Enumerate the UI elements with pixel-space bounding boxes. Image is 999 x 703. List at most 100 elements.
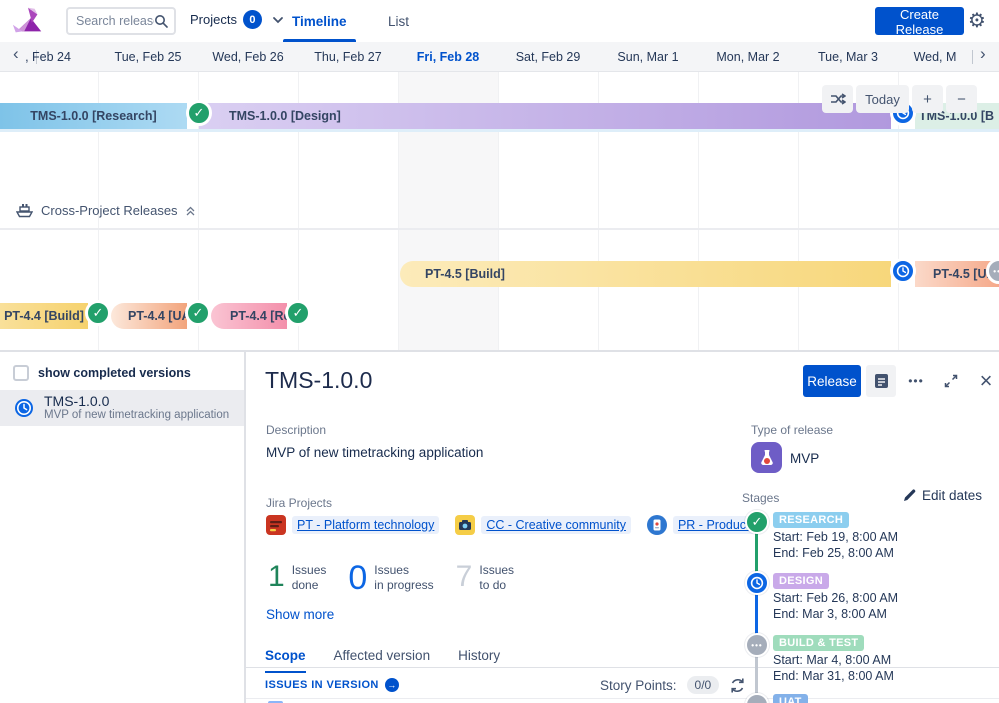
stage-connector-future bbox=[755, 655, 758, 693]
issues-in-version-label: ISSUES IN VERSION bbox=[265, 679, 379, 691]
stage-start-date: Start: Feb 26, 8:00 AM bbox=[773, 591, 899, 605]
arrow-right-circle-icon: → bbox=[384, 678, 399, 692]
tab-timeline-label: Timeline bbox=[292, 13, 347, 29]
project-link-cc[interactable]: CC - Creative community bbox=[455, 515, 631, 535]
stat-issues-done: 1 Issues done bbox=[268, 562, 326, 594]
stage-done-check-icon: ✓ bbox=[186, 100, 212, 126]
release-bar-pt44-uat[interactable]: PT-4.4 [UA bbox=[111, 303, 187, 329]
stage-badge-uat: UAT bbox=[773, 694, 808, 703]
release-bar-pt44-release[interactable]: PT-4.4 [Re bbox=[211, 303, 287, 329]
expand-panel-button[interactable] bbox=[936, 365, 966, 397]
search-input[interactable] bbox=[76, 14, 154, 28]
stage-badge-design: DESIGN bbox=[773, 573, 829, 589]
type-of-release-label: Type of release bbox=[751, 423, 834, 437]
show-completed-row: show completed versions bbox=[13, 365, 191, 381]
bar-label: PT-4.4 [Re bbox=[230, 309, 287, 323]
release-bar-tms-research[interactable]: TMS-1.0.0 [Research] bbox=[0, 103, 187, 129]
detail-tabs: Scope Affected version History bbox=[265, 648, 500, 673]
stat-label: Issues bbox=[291, 563, 327, 577]
project-avatar-cc bbox=[455, 515, 476, 535]
stage-badge-build-test: BUILD & TEST bbox=[773, 635, 865, 651]
zoom-out-button[interactable]: − bbox=[946, 85, 977, 113]
today-button[interactable]: Today bbox=[856, 85, 909, 113]
stat-label: in progress bbox=[374, 578, 434, 592]
stage-done-check-icon: ✓ bbox=[285, 300, 311, 326]
scroll-right-chevron-icon[interactable]: › bbox=[980, 44, 986, 64]
stage-done-check-icon: ✓ bbox=[745, 510, 769, 534]
refresh-icon[interactable] bbox=[729, 677, 746, 694]
projects-filter-dropdown[interactable]: Projects 0 bbox=[190, 10, 284, 29]
stat-label: Issues bbox=[374, 563, 409, 577]
project-link-pr[interactable]: PR - Product bbox=[646, 515, 755, 535]
projects-label: Projects bbox=[190, 12, 237, 27]
version-list-item-selected[interactable]: TMS-1.0.0 MVP of new timetracking applic… bbox=[0, 390, 244, 426]
stage-badge-research: RESEARCH bbox=[773, 512, 850, 528]
date-header-row: ‹ , Feb 24 Tue, Feb 25 Wed, Feb 26 Thu, … bbox=[0, 42, 999, 72]
description-value: MVP of new timetracking application bbox=[266, 445, 484, 460]
date-cell: Tue, Feb 25 bbox=[114, 50, 182, 64]
more-options-button[interactable]: ••• bbox=[901, 365, 931, 397]
stat-label: done bbox=[291, 578, 319, 592]
date-cell: Wed, Feb 26 bbox=[212, 50, 284, 64]
stage-end-date: End: Mar 31, 8:00 AM bbox=[773, 669, 894, 683]
chevron-down-icon bbox=[273, 16, 283, 23]
bar-label: TMS-1.0.0 [Design] bbox=[229, 109, 341, 123]
create-release-button[interactable]: Create Release bbox=[875, 7, 964, 37]
issues-in-version-link[interactable]: ISSUES IN VERSION → bbox=[265, 678, 399, 692]
stage-future-dots-icon: ••• bbox=[745, 633, 769, 657]
stage-start-date: Start: Feb 19, 8:00 AM bbox=[773, 530, 899, 544]
settings-gear-icon[interactable]: ⚙ bbox=[968, 8, 986, 34]
date-cell: Mon, Mar 2 bbox=[716, 50, 780, 64]
tab-timeline[interactable]: Timeline bbox=[283, 0, 356, 42]
project-link-label: PT - Platform technology bbox=[292, 516, 440, 534]
timeline-zoom-controls: Today + − bbox=[822, 85, 977, 113]
section-divider bbox=[0, 228, 999, 230]
release-detail-panel: show completed versions TMS-1.0.0 MVP of… bbox=[0, 350, 999, 703]
show-completed-checkbox[interactable] bbox=[13, 365, 29, 381]
close-panel-button[interactable]: × bbox=[971, 365, 999, 397]
date-cell: Sat, Feb 29 bbox=[515, 50, 581, 64]
date-cell: , Feb 24 bbox=[25, 50, 71, 64]
cross-project-releases-toggle[interactable]: Cross-Project Releases bbox=[16, 203, 195, 218]
tab-scope[interactable]: Scope bbox=[265, 648, 306, 673]
stages-label: Stages bbox=[742, 491, 780, 505]
projects-count-badge: 0 bbox=[242, 10, 262, 29]
release-type-value: MVP bbox=[790, 451, 820, 466]
date-cell: Tue, Mar 3 bbox=[818, 50, 878, 64]
release-button[interactable]: Release bbox=[803, 365, 861, 397]
jira-projects-label: Jira Projects bbox=[266, 496, 333, 510]
stat-label: Issues bbox=[479, 563, 515, 577]
date-cell: Sun, Mar 1 bbox=[617, 50, 679, 64]
version-item-subtitle: MVP of new timetracking application bbox=[44, 409, 230, 421]
release-title: TMS-1.0.0 bbox=[265, 367, 373, 393]
document-icon bbox=[874, 374, 888, 388]
release-bar-pt45-build[interactable]: PT-4.5 [Build] bbox=[400, 261, 891, 287]
stage-end-date: End: Feb 25, 8:00 AM bbox=[773, 546, 894, 560]
release-bar-tms-design[interactable]: TMS-1.0.0 [Design] bbox=[199, 103, 891, 129]
zoom-in-button[interactable]: + bbox=[912, 85, 943, 113]
tab-affected-version[interactable]: Affected version bbox=[334, 648, 431, 673]
stat-issues-to-do: 7 Issues to do bbox=[456, 562, 514, 594]
stage-in-progress-clock-icon bbox=[745, 571, 769, 595]
edit-dates-label: Edit dates bbox=[922, 488, 983, 503]
tab-history[interactable]: History bbox=[458, 648, 500, 673]
tab-list[interactable]: List bbox=[388, 0, 409, 42]
stage-start-date: Start: Mar 4, 8:00 AM bbox=[773, 653, 892, 667]
fit-shuffle-button[interactable] bbox=[822, 85, 853, 113]
show-more-link[interactable]: Show more bbox=[266, 607, 334, 622]
release-bar-pt44-build[interactable]: PT-4.4 [Build] bbox=[0, 303, 88, 329]
release-notes-button[interactable] bbox=[866, 365, 896, 397]
story-points-label: Story Points: bbox=[600, 677, 677, 693]
edit-dates-button[interactable]: Edit dates bbox=[903, 488, 982, 503]
app-logo-swan-icon[interactable] bbox=[8, 4, 48, 38]
bar-label: PT-4.5 [Build] bbox=[425, 267, 505, 281]
release-type-flask-icon bbox=[751, 442, 782, 473]
stage-future-dots-icon: ••• bbox=[745, 693, 769, 703]
version-item-title: TMS-1.0.0 bbox=[44, 393, 110, 409]
tabs-divider bbox=[246, 667, 999, 668]
pencil-icon bbox=[904, 489, 916, 501]
bar-label: PT-4.4 [UA bbox=[128, 309, 187, 323]
stat-value: 0 bbox=[348, 559, 368, 597]
project-link-pt[interactable]: PT - Platform technology bbox=[266, 515, 440, 535]
stat-value: 1 bbox=[268, 560, 285, 593]
